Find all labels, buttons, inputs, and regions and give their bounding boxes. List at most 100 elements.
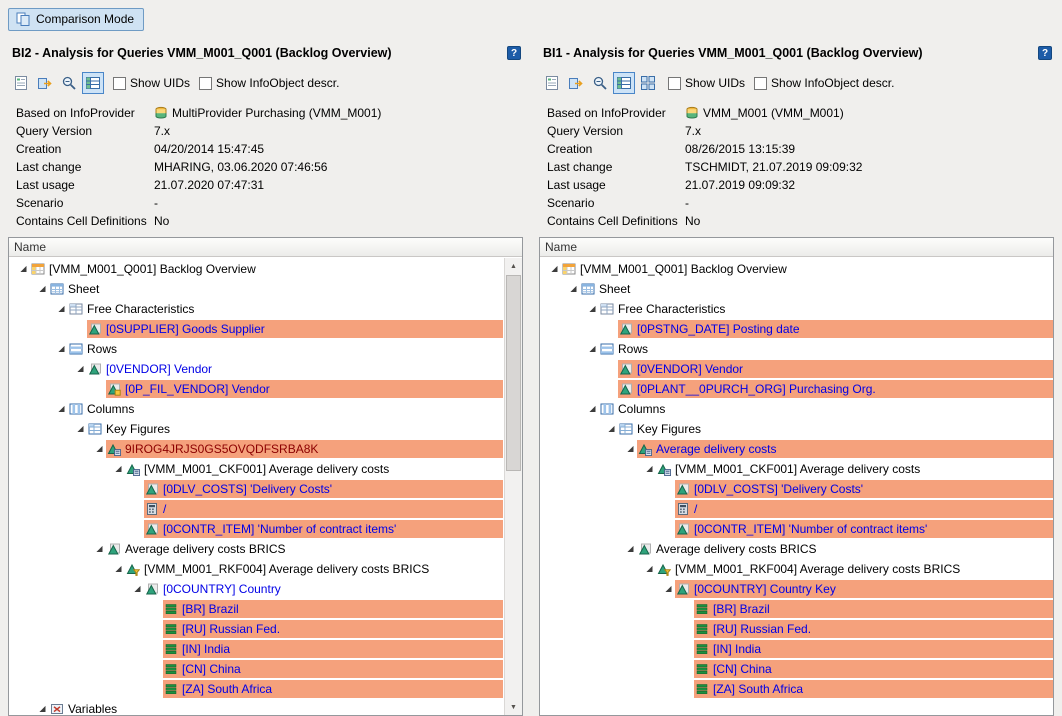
tree-node[interactable]: ◢Columns: [9, 399, 503, 419]
characteristic-icon: [619, 362, 633, 376]
tree-node[interactable]: /: [9, 499, 503, 519]
tree-node[interactable]: [0DLV_COSTS] 'Delivery Costs': [540, 479, 1053, 499]
tree-node[interactable]: ◢Rows: [540, 339, 1053, 359]
tree-node[interactable]: [0PLANT__0PURCH_ORG] Purchasing Org.: [540, 379, 1053, 399]
help-icon[interactable]: ?: [1038, 46, 1052, 60]
expander-icon[interactable]: ◢: [74, 359, 87, 379]
expander-icon[interactable]: ◢: [55, 339, 68, 359]
expander-icon[interactable]: ◢: [112, 559, 125, 579]
tree-node[interactable]: ◢Free Characteristics: [540, 299, 1053, 319]
tree-node[interactable]: [ZA] South Africa: [9, 679, 503, 699]
tree-node[interactable]: ◢[VMM_M001_CKF001] Average delivery cost…: [9, 459, 503, 479]
scroll-down-icon[interactable]: ▼: [505, 699, 522, 715]
tree-node[interactable]: ◢Average delivery costs BRICS: [540, 539, 1053, 559]
tree-node[interactable]: [0DLV_COSTS] 'Delivery Costs': [9, 479, 503, 499]
expander-icon[interactable]: ◢: [74, 419, 87, 439]
tree-node[interactable]: [0CONTR_ITEM] 'Number of contract items': [540, 519, 1053, 539]
comparison-mode-button[interactable]: Comparison Mode: [8, 8, 144, 31]
zoom-icon[interactable]: [58, 72, 80, 94]
tree-node[interactable]: [CN] China: [9, 659, 503, 679]
checkbox-icon[interactable]: [113, 77, 126, 90]
expander-icon[interactable]: ◢: [643, 459, 656, 479]
tree-node-label: Sheet: [599, 280, 630, 298]
expander-icon[interactable]: ◢: [112, 459, 125, 479]
show-infoobject-descr-checkbox[interactable]: Show InfoObject descr.: [754, 76, 894, 90]
help-icon[interactable]: ?: [507, 46, 521, 60]
scroll-up-icon[interactable]: ▲: [505, 258, 522, 274]
tree-node-content: [0PSTNG_DATE] Posting date: [618, 320, 1053, 338]
tree-node[interactable]: ◢Average delivery costs: [540, 439, 1053, 459]
expander-icon[interactable]: ◢: [643, 559, 656, 579]
property-value: 7.x: [154, 124, 170, 138]
transfer-icon[interactable]: [565, 72, 587, 94]
tree-node[interactable]: [BR] Brazil: [540, 599, 1053, 619]
tree-view-icon[interactable]: [82, 72, 104, 94]
tree-node[interactable]: [0CONTR_ITEM] 'Number of contract items': [9, 519, 503, 539]
characteristic-icon: [619, 382, 633, 396]
tree-node[interactable]: /: [540, 499, 1053, 519]
tree-node[interactable]: ◢Columns: [540, 399, 1053, 419]
expander-icon[interactable]: ◢: [586, 399, 599, 419]
tree-node[interactable]: [CN] China: [540, 659, 1053, 679]
tree-node[interactable]: ◢9IROG4JRJS0GS5OVQDFSRBA8K: [9, 439, 503, 459]
expander-icon[interactable]: ◢: [567, 279, 580, 299]
tree-node[interactable]: [0PSTNG_DATE] Posting date: [540, 319, 1053, 339]
zoom-icon[interactable]: [589, 72, 611, 94]
checkbox-icon[interactable]: [754, 77, 767, 90]
expander-icon[interactable]: ◢: [131, 579, 144, 599]
tree-node[interactable]: [0SUPPLIER] Goods Supplier: [9, 319, 503, 339]
scroll-track[interactable]: [505, 274, 522, 699]
tree-node[interactable]: ◢Average delivery costs BRICS: [9, 539, 503, 559]
expander-icon[interactable]: ◢: [605, 419, 618, 439]
checkbox-icon[interactable]: [668, 77, 681, 90]
vertical-scrollbar[interactable]: ▲ ▼: [504, 258, 522, 715]
expander-icon[interactable]: ◢: [36, 279, 49, 299]
tree-node[interactable]: [RU] Russian Fed.: [540, 619, 1053, 639]
show-uids-checkbox[interactable]: Show UIDs: [668, 76, 745, 90]
tree-node[interactable]: ◢ Sheet: [540, 279, 1053, 299]
tree-node[interactable]: ◢[VMM_M001_CKF001] Average delivery cost…: [540, 459, 1053, 479]
expander-icon[interactable]: ◢: [36, 699, 49, 715]
tree-node[interactable]: ◢Key Figures: [9, 419, 503, 439]
transfer-icon[interactable]: [34, 72, 56, 94]
tree-node[interactable]: ◢Variables: [9, 699, 503, 715]
expander-icon[interactable]: ◢: [93, 539, 106, 559]
tree-node[interactable]: ◢[VMM_M001_RKF004] Average delivery cost…: [9, 559, 503, 579]
tree-node[interactable]: ◢[0COUNTRY] Country: [9, 579, 503, 599]
expander-icon[interactable]: ◢: [93, 439, 106, 459]
show-infoobject-descr-checkbox[interactable]: Show InfoObject descr.: [199, 76, 339, 90]
checkbox-icon[interactable]: [199, 77, 212, 90]
legend-icon[interactable]: [541, 72, 563, 94]
expander-icon[interactable]: ◢: [17, 259, 30, 279]
tree-node[interactable]: [BR] Brazil: [9, 599, 503, 619]
expander-icon[interactable]: ◢: [548, 259, 561, 279]
tree-node[interactable]: [IN] India: [9, 639, 503, 659]
tree-node[interactable]: [ZA] South Africa: [540, 679, 1053, 699]
tree-node[interactable]: [IN] India: [540, 639, 1053, 659]
show-uids-checkbox[interactable]: Show UIDs: [113, 76, 190, 90]
tree-node[interactable]: [0P_FIL_VENDOR] Vendor: [9, 379, 503, 399]
tree-header: Name: [9, 238, 522, 257]
expander-icon[interactable]: ◢: [55, 399, 68, 419]
expander-icon[interactable]: ◢: [624, 439, 637, 459]
tree-node[interactable]: ◢Free Characteristics: [9, 299, 503, 319]
tree-node[interactable]: ◢[VMM_M001_Q001] Backlog Overview: [9, 259, 503, 279]
tree-node[interactable]: ◢Key Figures: [540, 419, 1053, 439]
scroll-thumb[interactable]: [506, 275, 521, 471]
tree-node[interactable]: ◢[VMM_M001_Q001] Backlog Overview: [540, 259, 1053, 279]
tree-node[interactable]: ◢[0VENDOR] Vendor: [9, 359, 503, 379]
tree-node[interactable]: ◢[0COUNTRY] Country Key: [540, 579, 1053, 599]
expander-icon[interactable]: ◢: [624, 539, 637, 559]
expander-icon[interactable]: ◢: [586, 339, 599, 359]
expander-icon[interactable]: ◢: [55, 299, 68, 319]
tree-node[interactable]: [0VENDOR] Vendor: [540, 359, 1053, 379]
legend-icon[interactable]: [10, 72, 32, 94]
tree-node[interactable]: ◢Rows: [9, 339, 503, 359]
grid-view-icon[interactable]: [637, 72, 659, 94]
expander-icon[interactable]: ◢: [586, 299, 599, 319]
tree-view-icon[interactable]: [613, 72, 635, 94]
tree-node[interactable]: [RU] Russian Fed.: [9, 619, 503, 639]
expander-icon[interactable]: ◢: [662, 579, 675, 599]
tree-node[interactable]: ◢[VMM_M001_RKF004] Average delivery cost…: [540, 559, 1053, 579]
tree-node[interactable]: ◢Sheet: [9, 279, 503, 299]
